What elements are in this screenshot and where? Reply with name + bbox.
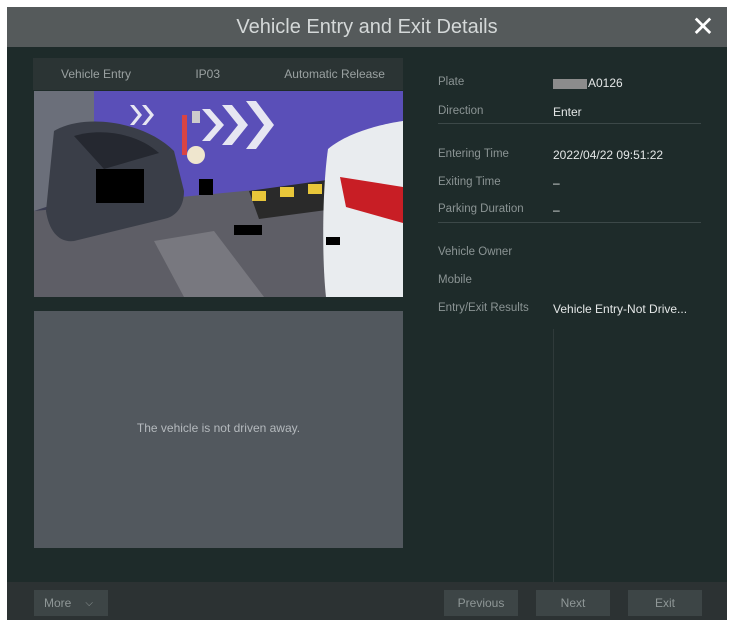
exiting-time-label: Exiting Time bbox=[438, 176, 501, 188]
results-label: Entry/Exit Results bbox=[438, 302, 529, 314]
camera-channel: IP03 bbox=[195, 67, 220, 81]
direction-label: Direction bbox=[438, 105, 484, 117]
plate-text: A0126 bbox=[588, 76, 623, 90]
camera-header: Vehicle Entry IP03 Automatic Release bbox=[33, 58, 403, 90]
previous-button[interactable]: Previous bbox=[444, 590, 518, 616]
title-bar: Vehicle Entry and Exit Details ✕ bbox=[7, 7, 727, 47]
entering-time-value: 2022/04/22 09:51:22 bbox=[553, 148, 664, 162]
parking-duration-value: – bbox=[553, 203, 560, 217]
more-button[interactable]: More ⌵ bbox=[34, 590, 108, 616]
exiting-time-value: – bbox=[553, 176, 560, 190]
event-type: Vehicle Entry bbox=[61, 67, 132, 81]
mobile-label: Mobile bbox=[438, 274, 472, 286]
close-button[interactable]: ✕ bbox=[687, 11, 719, 43]
vehicle-owner-label: Vehicle Owner bbox=[438, 246, 513, 258]
close-icon: ✕ bbox=[691, 11, 715, 42]
plate-label: Plate bbox=[438, 76, 465, 88]
exit-button[interactable]: Exit bbox=[628, 590, 702, 616]
entry-snapshot[interactable] bbox=[34, 91, 403, 297]
parking-duration-label: Parking Duration bbox=[438, 203, 524, 215]
release-mode: Automatic Release bbox=[284, 67, 385, 81]
more-label: More bbox=[44, 596, 72, 610]
entering-time-label: Entering Time bbox=[438, 148, 509, 160]
info-column-divider bbox=[553, 329, 554, 582]
next-button[interactable]: Next bbox=[536, 590, 610, 616]
exit-status-message: The vehicle is not driven away. bbox=[136, 421, 301, 435]
info-divider bbox=[438, 123, 701, 124]
info-divider bbox=[438, 222, 701, 223]
chevron-down-icon: ⌵ bbox=[85, 597, 93, 609]
dialog-title: Vehicle Entry and Exit Details bbox=[236, 16, 498, 38]
results-value: Vehicle Entry-Not Drive... bbox=[553, 302, 688, 316]
snapshot-image bbox=[34, 91, 403, 297]
vehicle-details-dialog: Vehicle Entry and Exit Details ✕ Vehicle… bbox=[7, 7, 727, 620]
direction-value: Enter bbox=[553, 105, 582, 119]
plate-redaction bbox=[553, 78, 587, 89]
dialog-footer: More ⌵ Previous Next Exit bbox=[7, 582, 727, 620]
exit-snapshot-panel: The vehicle is not driven away. bbox=[34, 311, 403, 548]
plate-value: A0126 bbox=[553, 76, 623, 90]
